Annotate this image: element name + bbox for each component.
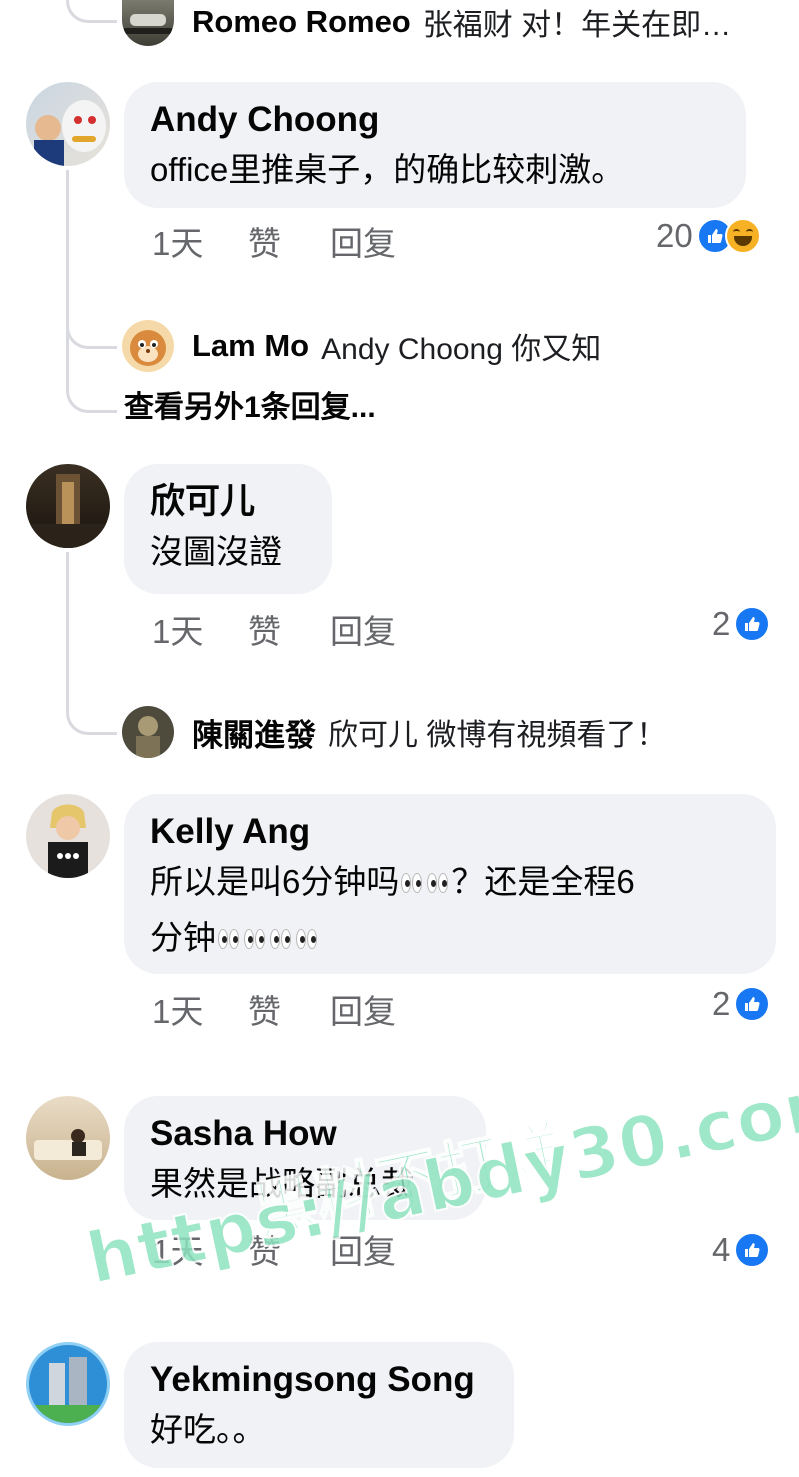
eyes-emoji-icon [217, 927, 241, 953]
reaction-count: 2 [712, 605, 731, 642]
avatar[interactable] [26, 1342, 110, 1426]
avatar[interactable] [26, 794, 110, 878]
like-icon [734, 606, 771, 642]
like-button[interactable]: 赞 [248, 610, 281, 654]
reply-author[interactable]: Lam Mo [192, 328, 309, 364]
reply-text: 张福财 对！年关在即… [422, 9, 732, 42]
reply-text: 欣可儿 微博有視頻看了！ [328, 719, 667, 752]
comment-text: 沒圖沒證 [150, 533, 282, 570]
reply-item: Lam Mo Andy Choong 你又知 [192, 318, 601, 374]
eyes-emoji-icon [243, 927, 267, 953]
eyes-emoji-icon [400, 871, 424, 897]
comment-text: office里推桌子，的确比较刺激。 [150, 151, 625, 188]
car-photo-icon [124, 14, 172, 34]
comment-bubble: Yekmingsong Song 好吃。。 [124, 1342, 514, 1468]
like-button[interactable]: 赞 [248, 990, 281, 1034]
comment-text: 所以是叫6分钟吗 ？还是全程6 [150, 863, 635, 900]
building-photo-icon [29, 1357, 107, 1423]
timestamp[interactable]: 1天 [152, 610, 203, 654]
comment-text-line: 分钟 [150, 910, 750, 966]
avatar[interactable] [122, 0, 174, 46]
thread-connector [66, 340, 117, 413]
like-icon [734, 986, 771, 1022]
eyes-emoji-icon [426, 871, 450, 897]
eyes-emoji-icon [295, 927, 319, 953]
reaction-count: 20 [656, 217, 693, 254]
view-more-replies-link[interactable]: 查看另外1条回复... [124, 386, 376, 430]
comment-actions: 1天 赞 回复 [152, 990, 452, 1034]
comment-bubble: 欣可儿 沒圖沒證 [124, 464, 332, 594]
reaction-summary[interactable]: 2 [712, 982, 771, 1026]
reply-author[interactable]: Romeo Romeo [192, 4, 411, 40]
thread-connector [66, 0, 117, 23]
reply-text: Andy Choong 你又知 [321, 333, 602, 366]
like-icon [734, 1232, 771, 1268]
reaction-summary[interactable]: 2 [712, 602, 771, 646]
comment-author[interactable]: Kelly Ang [150, 810, 750, 854]
reply-button[interactable]: 回复 [330, 990, 396, 1034]
comment-text: 好吃。。 [150, 1411, 266, 1448]
reply-item: 陳關進發 欣可儿 微博有視頻看了！ [192, 704, 666, 760]
timestamp[interactable]: 1天 [152, 990, 203, 1034]
reply-button[interactable]: 回复 [330, 222, 396, 266]
comment-bubble: Kelly Ang 所以是叫6分钟吗 ？还是全程6 分钟 [124, 794, 776, 974]
comment-author[interactable]: 欣可儿 [150, 480, 306, 524]
reaction-count: 2 [712, 985, 731, 1022]
person-lion-dance-icon [34, 100, 106, 166]
comment-author[interactable]: Andy Choong [150, 98, 720, 142]
reaction-summary[interactable]: 20 [656, 214, 761, 258]
thread-line [66, 170, 69, 345]
avatar[interactable] [26, 1096, 110, 1180]
like-button[interactable]: 赞 [248, 222, 281, 266]
haha-icon [724, 218, 761, 254]
comment-actions: 1天 赞 回复 [152, 222, 452, 266]
comment-author[interactable]: Yekmingsong Song [150, 1358, 488, 1402]
dark-interior-photo-icon [26, 474, 110, 548]
reaction-summary[interactable]: 4 [712, 1228, 771, 1272]
cartoon-chipmunk-icon [130, 330, 166, 366]
comment-bubble: Andy Choong office里推桌子，的确比较刺激。 [124, 82, 746, 208]
thread-line [66, 552, 69, 702]
reply-author[interactable]: 陳關進發 [192, 710, 316, 755]
reply-item: Romeo Romeo 张福财 对！年关在即… [192, 0, 731, 50]
comment-actions: 1天 赞 回复 [152, 610, 452, 654]
timestamp[interactable]: 1天 [152, 222, 203, 266]
avatar[interactable] [26, 82, 110, 166]
reaction-count: 4 [712, 1231, 731, 1268]
statue-photo-icon [136, 716, 160, 758]
avatar[interactable] [122, 706, 174, 758]
thread-connector [66, 690, 117, 735]
room-photo-icon [34, 1129, 102, 1160]
eyes-emoji-icon [269, 927, 293, 953]
avatar[interactable] [122, 320, 174, 372]
reply-button[interactable]: 回复 [330, 610, 396, 654]
person-photo-icon [48, 804, 88, 878]
avatar[interactable] [26, 464, 110, 548]
